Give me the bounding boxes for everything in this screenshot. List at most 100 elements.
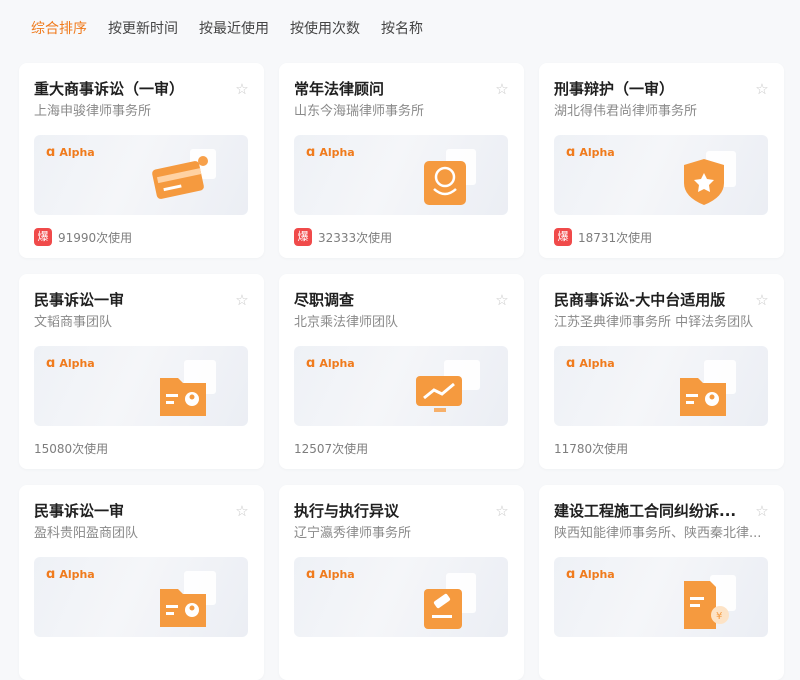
template-card[interactable]: 执行与执行异议 ☆ 辽宁瀛秀律师事务所 ɑ Alpha (279, 485, 524, 680)
card-banner: ɑ Alpha (34, 557, 248, 637)
card-icon (152, 149, 216, 199)
folder-user-icon (680, 360, 736, 416)
alpha-logo-icon: ɑ (566, 567, 576, 582)
tab-use-count[interactable]: 按使用次数 (290, 18, 360, 38)
alpha-logo-icon: ɑ (306, 567, 316, 582)
alpha-badge: ɑ Alpha (566, 356, 615, 371)
card-title: 重大商事诉讼（一审） (34, 80, 185, 98)
alpha-badge: ɑ Alpha (306, 567, 355, 582)
alpha-logo-icon: ɑ (566, 356, 576, 371)
card-banner: ɑ Alpha (554, 346, 768, 426)
handshake-icon (424, 149, 476, 205)
card-subtitle: 江苏圣典律师事务所 中铎法务团队 (554, 315, 754, 330)
star-icon[interactable]: ☆ (234, 503, 250, 519)
card-banner: ɑ Alpha (34, 346, 248, 426)
alpha-logo-icon: ɑ (306, 356, 316, 371)
usage-row: 爆 32333次使用 (294, 228, 509, 246)
alpha-label: Alpha (319, 568, 355, 581)
usage-count: 18731次使用 (578, 230, 653, 245)
template-card[interactable]: 建设工程施工合同纠纷诉... ☆ 陕西知能律师事务所、陕西秦北律... ɑ Alp… (539, 485, 784, 680)
alpha-badge: ɑ Alpha (566, 145, 615, 160)
alpha-logo-icon: ɑ (46, 567, 56, 582)
card-title: 尽职调查 (294, 291, 355, 309)
card-banner: ɑ Alpha (554, 135, 768, 215)
star-icon[interactable]: ☆ (494, 81, 510, 97)
tab-comprehensive[interactable]: 综合排序 (31, 18, 87, 38)
alpha-label: Alpha (579, 357, 615, 370)
card-banner: ɑ Alpha ¥ (554, 557, 768, 637)
card-title: 民事诉讼一审 (34, 291, 125, 309)
star-icon[interactable]: ☆ (754, 503, 770, 519)
alpha-badge: ɑ Alpha (46, 567, 95, 582)
template-card[interactable]: 民事诉讼一审 ☆ 文韬商事团队 ɑ Alpha 15080次使用 (19, 274, 264, 469)
usage-count: 15080次使用 (34, 441, 109, 456)
alpha-badge: ɑ Alpha (46, 356, 95, 371)
card-title: 民事诉讼一审 (34, 502, 125, 520)
card-subtitle: 上海申骏律师事务所 (34, 104, 152, 119)
sort-tabs: 综合排序 按更新时间 按最近使用 按使用次数 按名称 (0, 0, 800, 56)
alpha-label: Alpha (319, 146, 355, 159)
alpha-label: Alpha (319, 357, 355, 370)
card-title: 民商事诉讼-大中台适用版 (554, 291, 726, 309)
card-banner: ɑ Alpha (294, 346, 508, 426)
alpha-label: Alpha (59, 357, 95, 370)
usage-row: 15080次使用 (34, 439, 249, 457)
usage-count: 91990次使用 (58, 230, 133, 245)
shield-star-icon (684, 151, 736, 205)
template-card[interactable]: 民事诉讼一审 ☆ 盈科贵阳盈商团队 ɑ Alpha (19, 485, 264, 680)
hot-badge: 爆 (294, 228, 312, 246)
svg-text:¥: ¥ (716, 611, 722, 622)
star-icon[interactable]: ☆ (494, 503, 510, 519)
usage-count: 12507次使用 (294, 441, 369, 456)
template-card[interactable]: 重大商事诉讼（一审） ☆ 上海申骏律师事务所 ɑ Alpha 爆 91990次使用 (19, 63, 264, 258)
hot-badge: 爆 (34, 228, 52, 246)
folder-user-icon (160, 360, 216, 416)
gavel-icon (424, 573, 476, 629)
card-title: 常年法律顾问 (294, 80, 385, 98)
usage-count: 32333次使用 (318, 230, 393, 245)
alpha-label: Alpha (59, 568, 95, 581)
star-icon[interactable]: ☆ (754, 292, 770, 308)
template-card[interactable]: 常年法律顾问 ☆ 山东今海瑞律师事务所 ɑ Alpha 爆 32333次使用 (279, 63, 524, 258)
alpha-label: Alpha (59, 146, 95, 159)
card-banner: ɑ Alpha (294, 135, 508, 215)
alpha-label: Alpha (579, 568, 615, 581)
alpha-logo-icon: ɑ (46, 145, 56, 160)
template-card[interactable]: 民商事诉讼-大中台适用版 ☆ 江苏圣典律师事务所 中铎法务团队 ɑ Alpha 1… (539, 274, 784, 469)
star-icon[interactable]: ☆ (494, 292, 510, 308)
document-yuan-icon: ¥ (684, 575, 736, 629)
card-title: 建设工程施工合同纠纷诉... (554, 502, 737, 520)
alpha-badge: ɑ Alpha (306, 145, 355, 160)
card-banner: ɑ Alpha (34, 135, 248, 215)
usage-count: 11780次使用 (554, 441, 629, 456)
card-subtitle: 辽宁瀛秀律师事务所 (294, 526, 412, 541)
card-title: 执行与执行异议 (294, 502, 400, 520)
usage-row: 爆 18731次使用 (554, 228, 769, 246)
alpha-badge: ɑ Alpha (566, 567, 615, 582)
hot-badge: 爆 (554, 228, 572, 246)
tab-name[interactable]: 按名称 (381, 18, 423, 38)
tab-update-time[interactable]: 按更新时间 (108, 18, 178, 38)
template-card[interactable]: 刑事辩护（一审） ☆ 湖北得伟君尚律师事务所 ɑ Alpha 爆 18731次使用 (539, 63, 784, 258)
usage-row: 12507次使用 (294, 439, 509, 457)
card-title: 刑事辩护（一审） (554, 80, 675, 98)
alpha-logo-icon: ɑ (566, 145, 576, 160)
template-card[interactable]: 尽职调查 ☆ 北京乘法律师团队 ɑ Alpha 12507次使用 (279, 274, 524, 469)
tab-recent-use[interactable]: 按最近使用 (199, 18, 269, 38)
monitor-chart-icon (416, 360, 480, 412)
card-subtitle: 山东今海瑞律师事务所 (294, 104, 425, 119)
alpha-badge: ɑ Alpha (46, 145, 95, 160)
card-banner: ɑ Alpha (294, 557, 508, 637)
usage-row: 爆 91990次使用 (34, 228, 249, 246)
folder-user-icon (160, 571, 216, 627)
card-subtitle: 盈科贵阳盈商团队 (34, 526, 139, 541)
card-subtitle: 北京乘法律师团队 (294, 315, 399, 330)
alpha-label: Alpha (579, 146, 615, 159)
star-icon[interactable]: ☆ (234, 292, 250, 308)
star-icon[interactable]: ☆ (234, 81, 250, 97)
alpha-badge: ɑ Alpha (306, 356, 355, 371)
star-icon[interactable]: ☆ (754, 81, 770, 97)
card-subtitle: 陕西知能律师事务所、陕西秦北律... (554, 526, 762, 541)
alpha-logo-icon: ɑ (46, 356, 56, 371)
template-grid: 重大商事诉讼（一审） ☆ 上海申骏律师事务所 ɑ Alpha 爆 91990次使用 … (19, 63, 784, 680)
